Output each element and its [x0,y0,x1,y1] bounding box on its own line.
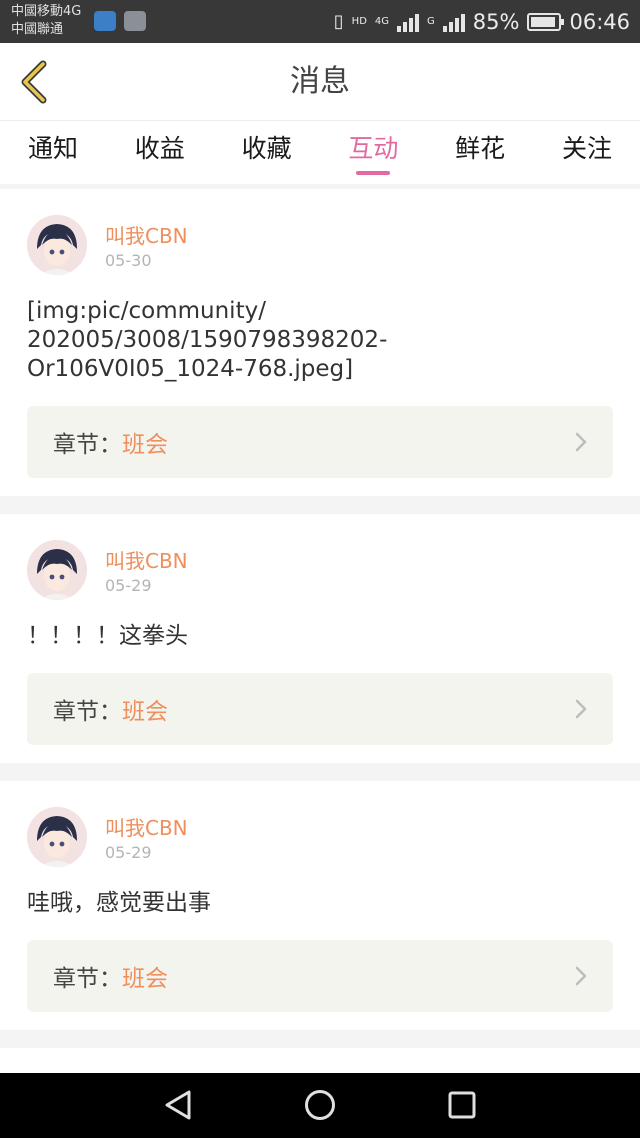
hd-badge: HD [351,16,367,27]
network-type-1: 4G [374,16,390,27]
avatar[interactable] [27,807,87,867]
circle-home-icon [305,1090,335,1120]
avatar-image [27,807,87,867]
tab-following[interactable]: 关注 [556,121,618,184]
notification-app-icon [94,11,116,31]
tab-earnings[interactable]: 收益 [129,121,191,184]
chapter-link[interactable]: 章节： 班会 [27,940,613,1012]
chapter-name: 班会 [122,966,168,992]
chapter-link[interactable]: 章节： 班会 [27,673,613,745]
signal-2-icon [442,12,465,32]
message-date: 05-30 [105,251,152,270]
chapter-name: 班会 [122,699,168,725]
status-indicators: ▯ HD 4G G 85% 06:46 [334,0,630,43]
author-name[interactable]: 叫我CBN [105,220,188,249]
avatar[interactable] [27,215,87,275]
vibrate-icon: ▯ [333,11,344,32]
chapter-label: 章节： [53,699,122,725]
chapter-label: 章节： [53,966,122,992]
square-recents-icon [448,1091,476,1119]
gallery-notification-icon [124,11,146,31]
avatar-image [27,540,87,600]
app-header: 消息 [0,43,640,121]
status-bar: 中國移動4G 中國聯通 ▯ HD 4G G 85% 06:46 [0,0,640,43]
message-card: 叫我CBN 05-30 [img:pic/community/ 202005/3… [0,189,640,496]
chapter-link[interactable]: 章节： 班会 [27,406,613,478]
chevron-right-icon [575,966,587,986]
message-tabs: 通知 收益 收藏 互动 鲜花 关注 [0,121,640,184]
message-content: 哇哦，感觉要出事 [27,890,211,916]
carrier-line-2: 中國聯通 [11,22,64,37]
author-name[interactable]: 叫我CBN [105,545,188,574]
battery-icon [527,12,565,31]
message-list: 叫我CBN 05-30 [img:pic/community/ 202005/3… [0,189,640,1138]
chapter-label: 章节： [53,432,122,458]
system-navigation-bar [0,1073,640,1138]
message-card: 叫我CBN 05-29 ！！！！这拳头 章节： 班会 [0,514,640,763]
tab-favorites[interactable]: 收藏 [236,121,298,184]
message-card: 叫我CBN 05-29 哇哦，感觉要出事 章节： 班会 [0,781,640,1030]
message-date: 05-29 [105,843,152,862]
nav-back-button[interactable] [160,1087,196,1123]
message-author: 叫我CBN 05-30 [27,215,613,275]
tab-notifications[interactable]: 通知 [22,121,84,184]
avatar[interactable] [27,540,87,600]
clock: 06:46 [569,9,630,34]
back-button[interactable] [14,59,54,105]
chevron-right-icon [575,699,587,719]
tab-flowers[interactable]: 鲜花 [449,121,511,184]
signal-1-icon [397,12,420,32]
message-content: [img:pic/community/ 202005/3008/15907983… [27,298,388,382]
message-author: 叫我CBN 05-29 [27,540,613,600]
chevron-right-icon [575,432,587,452]
message-date: 05-29 [105,576,152,595]
message-author: 叫我CBN 05-29 [27,807,613,867]
network-type-2: G [427,16,435,27]
carrier-info: 中國移動4G 中國聯通 [11,3,81,39]
nav-home-button[interactable] [302,1087,338,1123]
triangle-back-icon [165,1090,191,1120]
nav-recents-button[interactable] [444,1087,480,1123]
battery-percent: 85% [472,9,520,34]
chapter-name: 班会 [122,432,168,458]
page-title: 消息 [290,64,350,99]
avatar-image [27,215,87,275]
tab-interactions[interactable]: 互动 [342,121,404,184]
message-content: ！！！！这拳头 [27,623,188,649]
carrier-line-1: 中國移動4G [11,4,82,19]
chevron-left-icon [21,60,47,104]
author-name[interactable]: 叫我CBN [105,812,188,841]
